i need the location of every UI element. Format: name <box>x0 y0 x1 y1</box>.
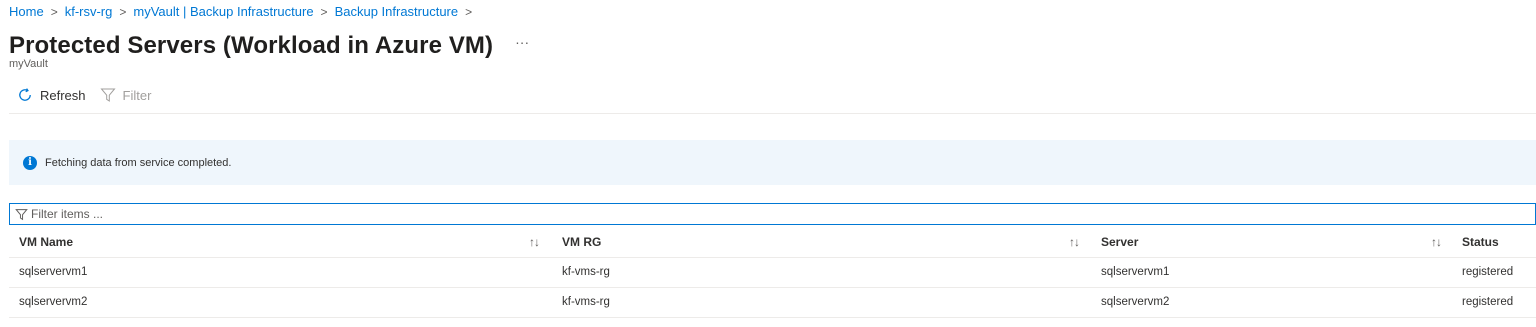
cell-vm-name: sqlservervm2 <box>19 296 88 308</box>
sort-icon[interactable]: ↑↓ <box>529 228 540 257</box>
breadcrumb-separator: > <box>50 4 58 19</box>
column-header-server[interactable]: Server <box>1101 228 1138 257</box>
column-header-status[interactable]: Status <box>1462 228 1499 257</box>
filter-icon <box>99 88 116 102</box>
command-bar: Refresh Filter <box>17 87 151 103</box>
refresh-label: Refresh <box>40 87 86 103</box>
page-title: Protected Servers (Workload in Azure VM) <box>9 32 494 59</box>
cell-status: registered <box>1462 266 1514 278</box>
breadcrumb: Home > kf-rsv-rg > myVault | Backup Infr… <box>9 4 479 19</box>
cell-status: registered <box>1462 296 1514 308</box>
sort-icon[interactable]: ↑↓ <box>1431 228 1442 257</box>
page-subtitle: myVault <box>9 58 48 70</box>
breadcrumb-separator: > <box>465 4 473 19</box>
filter-button[interactable]: Filter <box>99 87 152 103</box>
breadcrumb-backup-infrastructure[interactable]: Backup Infrastructure <box>335 4 459 19</box>
sort-icon[interactable]: ↑↓ <box>1069 228 1080 257</box>
breadcrumb-resource-group[interactable]: kf-rsv-rg <box>65 4 113 19</box>
more-options-icon[interactable]: ··· <box>515 35 529 49</box>
table-header-row: VM Name ↑↓ VM RG ↑↓ Server ↑↓ Status <box>9 228 1536 258</box>
filter-items-box[interactable] <box>9 203 1536 225</box>
column-header-vm-name[interactable]: VM Name <box>19 228 73 257</box>
toolbar-divider <box>9 113 1536 114</box>
info-banner: i Fetching data from service completed. <box>9 140 1536 185</box>
breadcrumb-vault-backup-infrastructure[interactable]: myVault | Backup Infrastructure <box>133 4 313 19</box>
refresh-button[interactable]: Refresh <box>17 87 86 103</box>
info-message: Fetching data from service completed. <box>45 156 232 169</box>
cell-server: sqlservervm1 <box>1101 266 1170 278</box>
cell-vm-name: sqlservervm1 <box>19 266 88 278</box>
servers-table: VM Name ↑↓ VM RG ↑↓ Server ↑↓ Status sql… <box>9 228 1536 318</box>
column-header-vm-rg[interactable]: VM RG <box>562 228 601 257</box>
cell-server: sqlservervm2 <box>1101 296 1170 308</box>
table-row[interactable]: sqlservervm1 kf-vms-rg sqlservervm1 regi… <box>9 258 1536 288</box>
cell-vm-rg: kf-vms-rg <box>562 296 610 308</box>
title-row: Protected Servers (Workload in Azure VM)… <box>9 32 529 60</box>
breadcrumb-separator: > <box>119 4 127 19</box>
refresh-icon <box>19 88 31 101</box>
filter-icon <box>15 208 28 220</box>
breadcrumb-separator: > <box>320 4 328 19</box>
info-icon: i <box>23 155 37 170</box>
filter-label: Filter <box>122 87 152 103</box>
cell-vm-rg: kf-vms-rg <box>562 266 610 278</box>
breadcrumb-home[interactable]: Home <box>9 4 44 19</box>
filter-items-input[interactable] <box>28 206 1535 222</box>
table-row[interactable]: sqlservervm2 kf-vms-rg sqlservervm2 regi… <box>9 288 1536 318</box>
